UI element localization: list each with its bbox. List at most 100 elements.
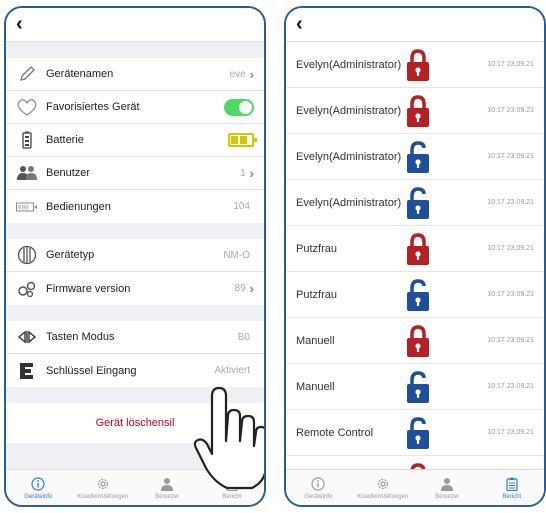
row-geraetenamen[interactable]: Gerätenamen eve › xyxy=(6,58,264,91)
log-entry: Evelyn(Administrator) 10:17 23.09.21 xyxy=(286,134,544,180)
tab-user[interactable]: Benutzer xyxy=(135,470,200,505)
row-value: Aktiviert xyxy=(214,365,250,376)
lock-closed-icon xyxy=(404,48,432,82)
row-label: Gerätenamen xyxy=(46,68,114,80)
row-tasten-modus: Tasten Modus B0 xyxy=(6,321,264,354)
pencil-icon xyxy=(16,64,38,84)
lock-open-icon xyxy=(404,370,432,404)
row-favorite[interactable]: Favorisiertes Gerät xyxy=(6,91,264,124)
pointing-hand-icon xyxy=(193,386,264,490)
gear-icon xyxy=(375,476,391,492)
battery-icon xyxy=(16,130,38,150)
tab-gear[interactable]: Knaufeinstellungen xyxy=(351,470,416,505)
log-entry: Putzfrau 10:17 23.09.21 xyxy=(286,226,544,272)
row-value: 89 xyxy=(234,283,246,294)
log-time: 10:17 23.09.21 xyxy=(487,61,534,68)
group-gap xyxy=(6,42,264,58)
log-user: Evelyn(Administrator) xyxy=(296,196,402,209)
log-time: 10:17 23.09.21 xyxy=(487,429,534,436)
lock-open-icon xyxy=(404,186,432,220)
row-firmware[interactable]: Firmware version 89 › xyxy=(6,272,264,305)
row-bedienungen: 000 Bedienungen 104 xyxy=(6,190,264,223)
log-user: Putzfrau xyxy=(296,288,337,301)
log-user: Remote Control xyxy=(296,426,374,439)
tab-label: Benutzer xyxy=(155,493,180,500)
row-value: 1 xyxy=(240,167,246,179)
lock-closed-icon xyxy=(404,94,432,128)
row-label: Batterie xyxy=(46,134,84,146)
svg-text:000: 000 xyxy=(18,204,29,211)
log-entry: Manuell 10:17 23.09.21 xyxy=(286,364,544,410)
row-benutzer[interactable]: Benutzer 1 › xyxy=(6,157,264,190)
row-schluessel: Schlüssel Eingang Aktiviert xyxy=(6,354,264,387)
log-entry: Manuell 10:17 23.09.21 xyxy=(286,318,544,364)
log-entry: Evelyn(Administrator) 10:17 23.09.21 xyxy=(286,180,544,226)
group-gap xyxy=(6,305,264,321)
row-value: B0 xyxy=(237,331,250,343)
tab-info[interactable]: Geräteinfo xyxy=(6,470,71,505)
back-button[interactable]: ‹ xyxy=(16,13,23,36)
nav-bar: ‹ xyxy=(286,8,544,42)
favorite-toggle[interactable] xyxy=(224,98,254,116)
e-icon xyxy=(16,361,38,381)
tab-gear[interactable]: Knaufeinstellungen xyxy=(71,470,136,505)
tab-label: Benutzer xyxy=(435,493,460,500)
log-time: 10:17 23.09.21 xyxy=(487,107,534,114)
chevron-right-icon: › xyxy=(249,281,254,296)
tab-user[interactable]: Benutzer xyxy=(415,470,480,505)
row-label: Firmware version xyxy=(46,282,131,295)
log-entry: Remote Control 10:17 23.09.21 xyxy=(286,410,544,456)
log-time: 10:17 23.09.21 xyxy=(487,245,534,252)
row-label: Favorisiertes Gerät xyxy=(46,101,140,113)
group-gap xyxy=(6,223,264,239)
settings-group: Tasten Modus B0 Schlüssel Eingang Aktiviert xyxy=(6,321,264,387)
lock-open-icon xyxy=(404,278,432,312)
row-geraetetyp: Gerätetyp NM-O xyxy=(6,239,264,272)
tab-info[interactable]: Geräteinfo xyxy=(286,470,351,505)
battery-level-icon xyxy=(228,133,257,147)
tab-report[interactable]: Bericht xyxy=(480,470,545,505)
log-user: Manuell xyxy=(296,380,335,393)
back-button[interactable]: ‹ xyxy=(296,13,303,36)
report-icon xyxy=(504,476,520,492)
user-icon xyxy=(439,476,455,492)
heart-icon xyxy=(16,97,38,117)
log-user: Manuell xyxy=(296,334,335,347)
device-type-icon xyxy=(16,245,38,265)
lock-open-icon xyxy=(404,416,432,450)
log-time: 10:17 23.09.21 xyxy=(487,383,534,390)
row-value: NM-O xyxy=(223,249,250,261)
nav-bar: ‹ xyxy=(6,8,264,42)
gears-icon xyxy=(16,279,38,299)
log-time: 10:17 23.09.21 xyxy=(487,337,534,344)
row-value: 104 xyxy=(233,201,250,212)
info-icon xyxy=(310,476,326,492)
row-battery: Batterie xyxy=(6,124,264,157)
row-label: Schlüssel Eingang xyxy=(46,364,137,377)
log-time: 10:17 23.09.21 xyxy=(487,153,534,160)
chevron-right-icon: › xyxy=(249,66,254,82)
delete-device-button[interactable]: Gerät löschensil xyxy=(96,417,175,429)
tab-label: Geräteinfo xyxy=(24,493,53,500)
row-label: Bedienungen xyxy=(46,200,111,213)
log-user: Evelyn(Administrator) xyxy=(296,150,402,163)
chevron-right-icon: › xyxy=(249,165,254,181)
lock-closed-icon xyxy=(404,232,432,266)
row-value: eve xyxy=(229,68,246,80)
log-time: 10:17 23.09.21 xyxy=(487,199,534,206)
settings-group: Gerätenamen eve › Favorisiertes Gerät Batter… xyxy=(6,58,264,223)
log-user: Evelyn(Administrator) xyxy=(296,58,402,71)
log-entry: Evelyn(Administrator) 10:17 23.09.21 xyxy=(286,88,544,134)
row-label: Tasten Modus xyxy=(46,331,115,343)
tab-label: Geräteinfo xyxy=(304,493,333,500)
lock-closed-icon xyxy=(404,324,432,358)
tab-bar: Geräteinfo Knaufeinstellungen Benutzer Beri… xyxy=(286,469,544,505)
tab-label: Knaufeinstellungen xyxy=(77,493,129,500)
lock-open-icon xyxy=(404,140,432,174)
log-time: 10:17 23.09.21 xyxy=(487,291,534,298)
row-label: Gerätetyp xyxy=(46,249,95,261)
info-icon xyxy=(30,476,46,492)
report-screen: ‹ Evelyn(Administrator) 10:17 23.09.21 Eve… xyxy=(284,6,546,507)
settings-list: Gerätenamen eve › Favorisiertes Gerät Batter… xyxy=(6,42,264,443)
log-user: Putzfrau xyxy=(296,242,337,255)
